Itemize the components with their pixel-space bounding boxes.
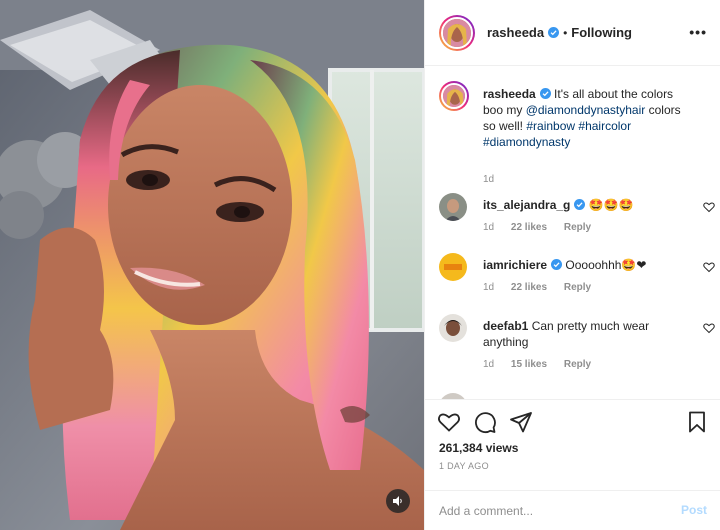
commenter-avatar[interactable]: [439, 314, 467, 342]
hashtag-link-haircolor[interactable]: #haircolor: [578, 119, 631, 133]
header-username[interactable]: rasheeda: [487, 25, 544, 40]
verified-badge-icon: [548, 27, 560, 38]
comment-text: iamrichiere Ooooohhh🤩❤: [483, 257, 693, 273]
more-options-icon[interactable]: •••: [689, 24, 707, 40]
avatar-picture: [443, 18, 471, 47]
add-comment-bar: Post: [425, 490, 720, 530]
speaker-icon: [393, 496, 402, 506]
avatar-image: [441, 16, 473, 49]
post-media[interactable]: [0, 0, 424, 530]
post-side-panel: rasheeda • Following ••• rasheeda It's a…: [424, 0, 720, 530]
reply-button[interactable]: Reply: [564, 222, 591, 233]
comment-username[interactable]: its_alejandra_g: [483, 198, 570, 212]
verified-badge-icon: [551, 259, 563, 270]
comment-age: 1d: [483, 222, 495, 233]
caption-text: rasheeda It's all about the colors boo m…: [483, 86, 693, 150]
comment-meta: 1d 22 likes Reply: [483, 282, 605, 293]
add-comment-input[interactable]: [439, 491, 659, 530]
commenter-avatar-picture: [439, 193, 467, 221]
post-date: 1 DAY AGO: [439, 461, 489, 471]
comment-meta: 1d 22 likes Reply: [483, 222, 605, 233]
caption-avatar-picture: [443, 85, 465, 107]
reply-button[interactable]: Reply: [564, 359, 591, 370]
share-paper-plane-icon[interactable]: [509, 410, 533, 434]
avatar[interactable]: [439, 14, 475, 51]
header-separator: •: [563, 25, 568, 40]
post-header: rasheeda • Following •••: [425, 0, 720, 66]
selfie-photo: [0, 0, 424, 530]
comments-list[interactable]: rasheeda It's all about the colors boo m…: [425, 67, 720, 399]
comment-bubble-icon[interactable]: [473, 410, 497, 434]
comment-likes[interactable]: 15 likes: [511, 359, 547, 370]
caption-avatar[interactable]: [439, 81, 469, 111]
commenter-avatar[interactable]: [439, 253, 467, 281]
like-comment-heart-icon[interactable]: [703, 322, 715, 334]
following-button[interactable]: Following: [571, 25, 632, 40]
comment-username[interactable]: deefab1: [483, 319, 528, 333]
verified-badge-icon: [539, 88, 551, 99]
caption-mention-link[interactable]: @diamonddynastyhair: [526, 103, 646, 117]
comment-text: deefab1 Can pretty much wear anything: [483, 318, 693, 350]
post-actions: 261,384 views 1 DAY AGO: [425, 399, 720, 491]
post-comment-button[interactable]: Post: [681, 503, 707, 517]
reply-button[interactable]: Reply: [564, 282, 591, 293]
commenter-avatar-picture: [439, 253, 467, 281]
save-bookmark-icon[interactable]: [685, 410, 709, 434]
comment-likes[interactable]: 22 likes: [511, 222, 547, 233]
commenter-avatar-picture: [439, 314, 467, 342]
sound-toggle-button[interactable]: [386, 489, 410, 513]
comment-body: 🤩🤩🤩: [585, 198, 634, 212]
like-comment-heart-icon[interactable]: [703, 201, 715, 213]
caption-meta: 1d: [483, 174, 508, 185]
instagram-post-window: rasheeda • Following ••• rasheeda It's a…: [0, 0, 720, 530]
hashtag-link-diamondynasty[interactable]: #diamondynasty: [483, 135, 570, 149]
like-comment-heart-icon[interactable]: [703, 261, 715, 273]
view-count[interactable]: 261,384 views: [439, 441, 518, 455]
caption-age: 1d: [483, 174, 495, 185]
comment-age: 1d: [483, 282, 495, 293]
comment-username[interactable]: iamrichiere: [483, 258, 547, 272]
caption-username[interactable]: rasheeda: [483, 87, 536, 101]
comment-text: its_alejandra_g 🤩🤩🤩: [483, 197, 693, 213]
comment-likes[interactable]: 22 likes: [511, 282, 547, 293]
commenter-avatar[interactable]: [439, 193, 467, 221]
verified-badge-icon: [574, 199, 586, 210]
comment-meta: 1d 15 likes Reply: [483, 359, 605, 370]
comment-body: Ooooohhh🤩❤: [562, 258, 647, 272]
hashtag-link-rainbow[interactable]: #rainbow: [526, 119, 575, 133]
like-heart-icon[interactable]: [437, 410, 461, 434]
comment-age: 1d: [483, 359, 495, 370]
